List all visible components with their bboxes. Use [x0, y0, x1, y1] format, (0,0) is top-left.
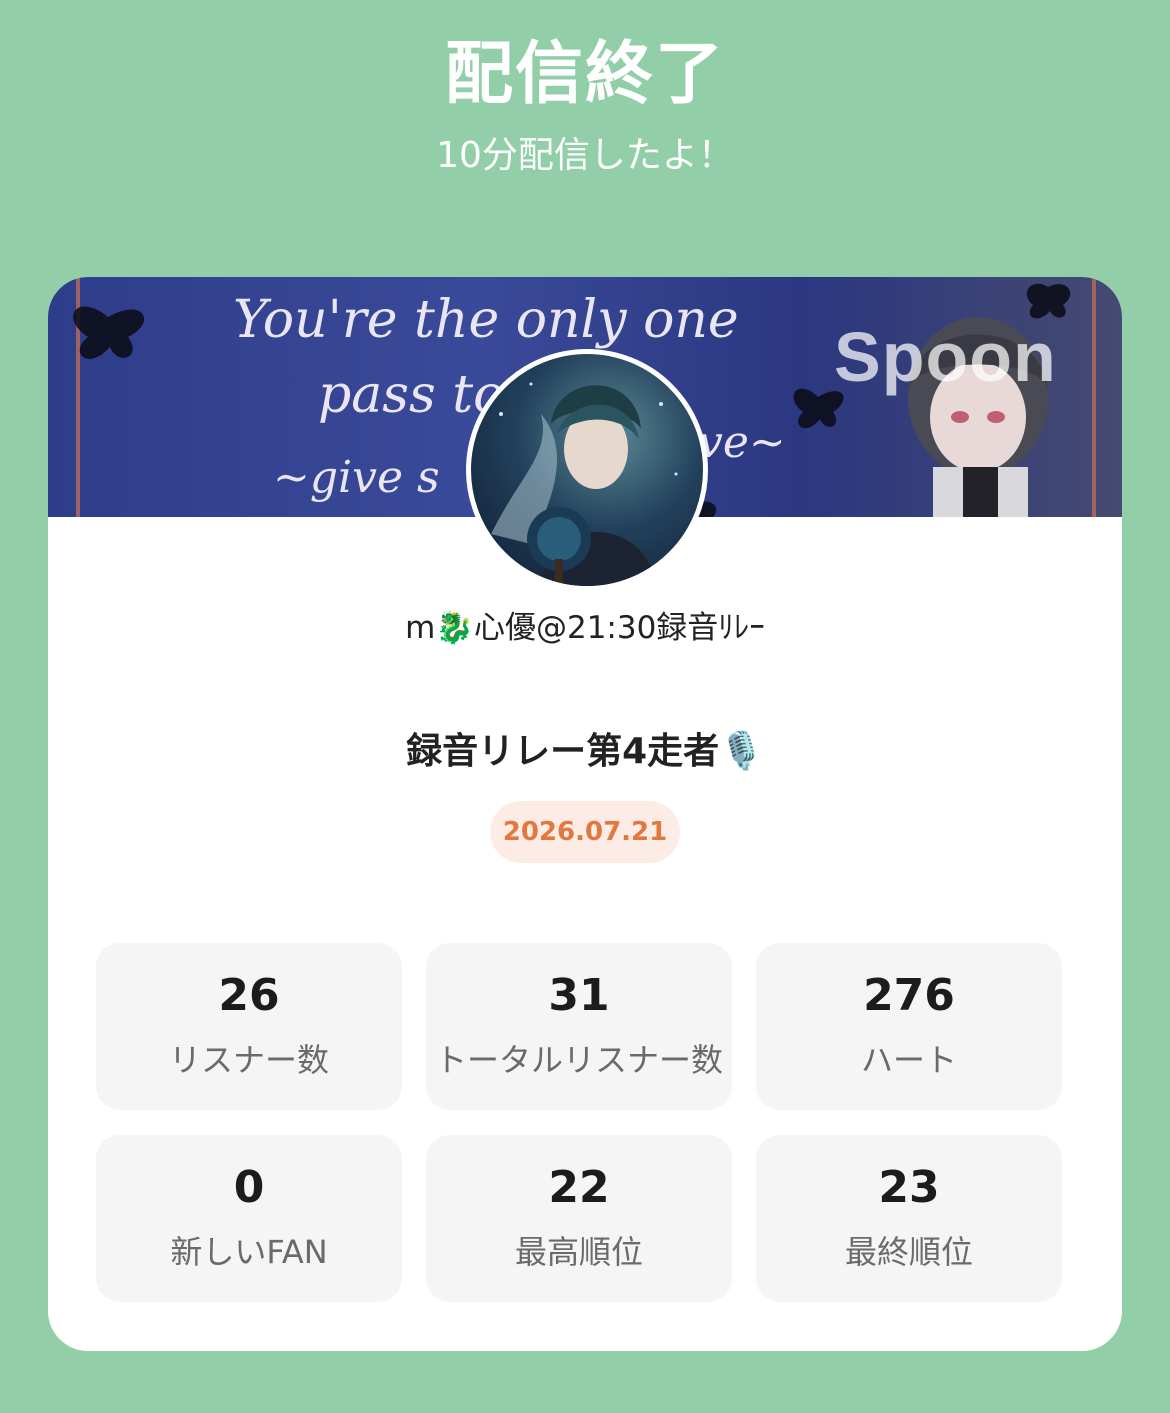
- stat-value: 23: [878, 1162, 940, 1214]
- stat-value: 31: [548, 970, 610, 1022]
- stat-final-rank: 23 最終順位: [756, 1135, 1062, 1302]
- stat-value: 22: [548, 1162, 610, 1214]
- stats-grid: 26 リスナー数 31 トータルリスナー数 276 ハート 0 新しいFAN 2…: [96, 943, 1063, 1302]
- stat-highest-rank: 22 最高順位: [426, 1135, 732, 1302]
- spoon-logo: Spoon: [834, 318, 1057, 396]
- stat-label: 新しいFAN: [170, 1232, 328, 1271]
- page-subtitle: 10分配信したよ！: [436, 135, 734, 176]
- stat-label: リスナー数: [168, 1040, 329, 1079]
- svg-text:You're the only one: You're the only one: [233, 290, 739, 350]
- stat-new-fans: 0 新しいFAN: [96, 1135, 402, 1302]
- live-title: 録音リレー第4走者🎙️: [406, 731, 764, 772]
- username: m🐉心優@21:30録音ﾘﾚｰ: [405, 610, 765, 646]
- date-badge: 2026.07.21: [490, 801, 680, 863]
- stat-value: 276: [863, 970, 955, 1022]
- stat-label: 最高順位: [514, 1232, 643, 1271]
- stat-label: ハート: [860, 1040, 957, 1079]
- stat-listeners: 26 リスナー数: [96, 943, 402, 1110]
- page-title: 配信終了: [444, 35, 725, 114]
- stat-label: 最終順位: [844, 1232, 973, 1271]
- stat-value: 0: [233, 1162, 265, 1214]
- stat-total-listeners: 31 トータルリスナー数: [426, 943, 732, 1110]
- avatar[interactable]: [466, 349, 708, 591]
- svg-text:ve~: ve~: [698, 417, 786, 468]
- stat-label: トータルリスナー数: [434, 1040, 723, 1079]
- stat-hearts: 276 ハート: [756, 943, 1062, 1110]
- avatar-portrait: [491, 382, 678, 586]
- svg-text:~give s: ~give s: [273, 452, 440, 503]
- summary-card: You're the only one pass to me ~give s v…: [48, 277, 1122, 1351]
- stat-value: 26: [218, 970, 280, 1022]
